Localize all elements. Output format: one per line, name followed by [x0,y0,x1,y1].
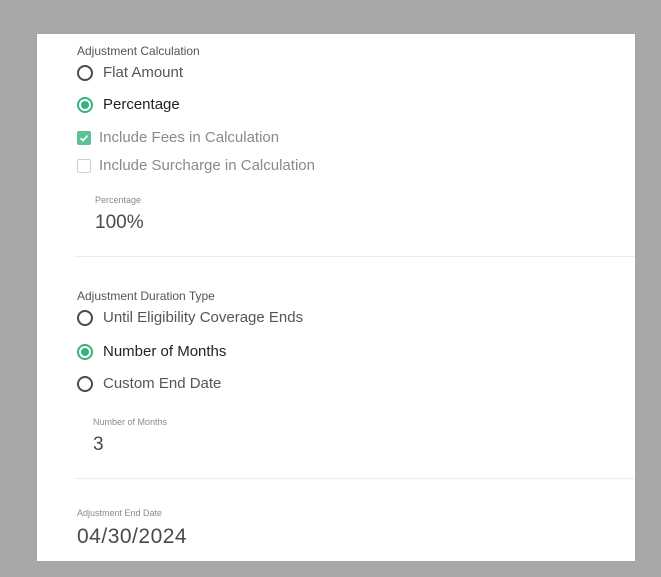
adjustment-duration-label: Adjustment Duration Type [77,289,215,303]
form-panel: Adjustment Calculation Flat Amount Perce… [37,34,635,561]
radio-selected-icon [77,96,93,113]
radio-unselected-icon [77,309,93,326]
include-fees-label: Include Fees in Calculation [99,129,280,146]
until-eligibility-radio[interactable]: Until Eligibility Coverage Ends [77,309,303,326]
radio-unselected-icon [77,64,93,81]
checkbox-checked-icon [77,130,91,145]
radio-selected-icon [77,343,93,360]
include-surcharge-label: Include Surcharge in Calculation [99,157,315,174]
end-date-value[interactable]: 04/30/2024 [77,525,187,549]
custom-end-date-radio[interactable]: Custom End Date [77,375,221,392]
section-divider [74,478,635,479]
until-eligibility-label: Until Eligibility Coverage Ends [103,309,304,326]
end-date-label: Adjustment End Date [77,508,163,518]
include-fees-checkbox[interactable]: Include Fees in Calculation [77,129,279,146]
flat-amount-label: Flat Amount [103,64,184,81]
percentage-field-label: Percentage [95,195,142,205]
months-field-value[interactable]: 3 [93,434,104,456]
months-field-label: Number of Months [93,417,168,427]
radio-unselected-icon [77,375,93,392]
percentage-field-value[interactable]: 100% [95,212,144,234]
checkbox-unchecked-icon [77,158,91,173]
number-of-months-radio[interactable]: Number of Months [77,343,226,360]
number-of-months-label: Number of Months [103,343,227,360]
adjustment-calculation-label: Adjustment Calculation [77,44,200,58]
percentage-radio[interactable]: Percentage [77,96,180,113]
include-surcharge-checkbox[interactable]: Include Surcharge in Calculation [77,157,315,174]
percentage-label: Percentage [103,96,180,113]
section-divider [74,256,635,257]
flat-amount-radio[interactable]: Flat Amount [77,64,183,81]
custom-end-date-label: Custom End Date [103,375,222,392]
